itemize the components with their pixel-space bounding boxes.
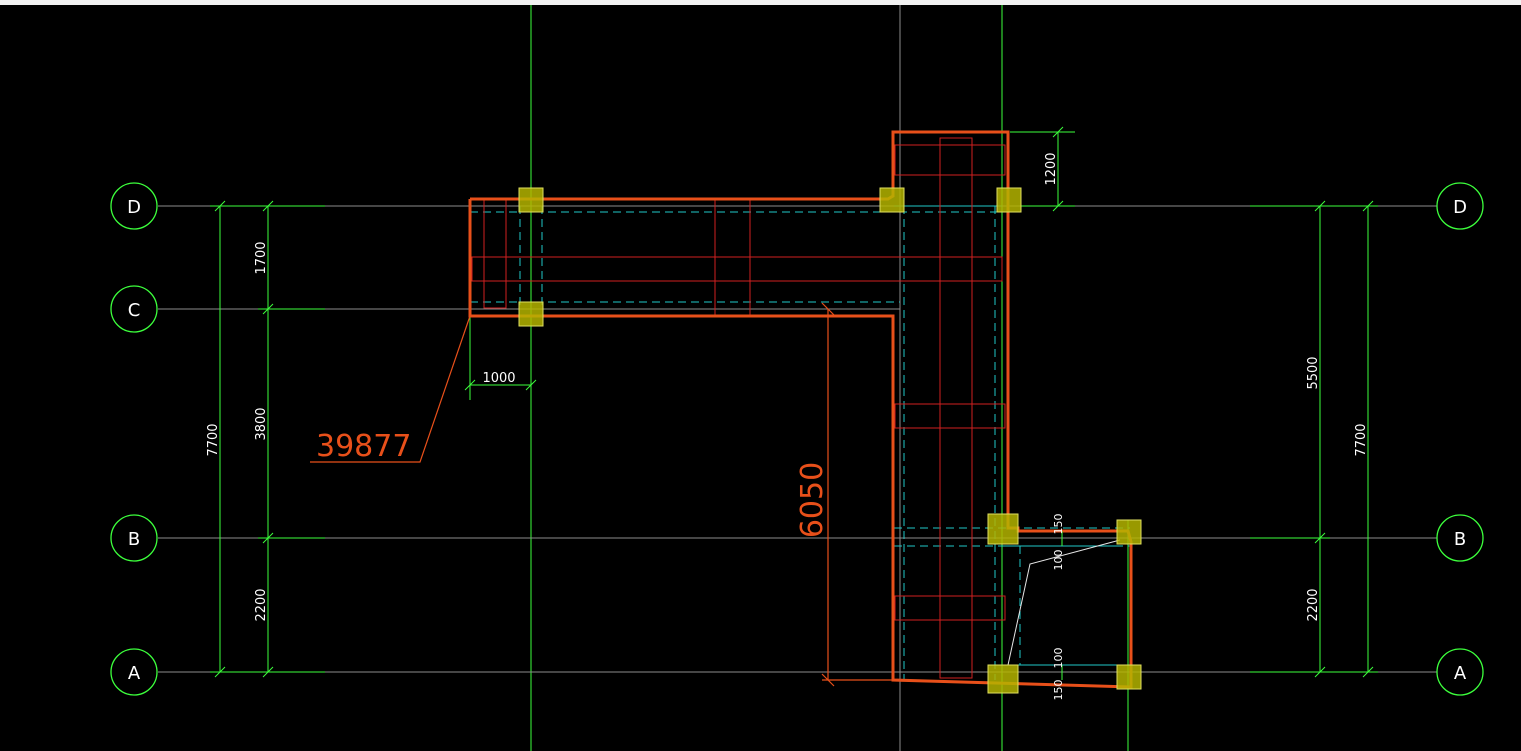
- rebar-horizontal-band: [471, 256, 1003, 282]
- column[interactable]: [1116, 519, 1142, 545]
- axis-label-left-b: B: [128, 529, 140, 550]
- dim-right-inner-label-1: 5500: [1306, 356, 1321, 389]
- column[interactable]: [518, 301, 544, 327]
- slab-outline[interactable]: [468, 130, 1133, 689]
- axis-label-left-a: A: [128, 663, 141, 684]
- dim-width-label: 1000: [482, 371, 515, 386]
- area-value-label[interactable]: 39877: [316, 429, 411, 464]
- axis-label-right-b: B: [1454, 529, 1466, 550]
- rebar-top-stirrup: [894, 144, 1006, 176]
- axis-label-left-c: C: [128, 300, 141, 321]
- column[interactable]: [987, 513, 1019, 545]
- column[interactable]: [987, 664, 1019, 694]
- dim-left-inner-label-1: 1700: [254, 241, 269, 274]
- axis-label-right-a: A: [1454, 663, 1467, 684]
- small-dim-2: 150: [1052, 514, 1065, 535]
- rebar-end-stirrup: [483, 199, 507, 309]
- small-dim-3: 100: [1052, 648, 1065, 669]
- rebar-horizontal-stirrup: [714, 199, 751, 317]
- rebar-vertical-band: [939, 137, 973, 679]
- dim-left-inner-label-2: 3800: [254, 407, 269, 440]
- dim-right-outer-label: 7700: [1354, 423, 1369, 456]
- small-dim-1: 100: [1052, 550, 1065, 571]
- small-dim-4: 150: [1052, 680, 1065, 701]
- column[interactable]: [879, 187, 905, 213]
- axis-label-right-d: D: [1453, 197, 1467, 218]
- column[interactable]: [518, 187, 544, 213]
- rebar-low-stirrup: [894, 595, 1006, 621]
- dim-left-outer-label: 7700: [206, 423, 221, 456]
- rebar-mid-stirrup: [894, 403, 1006, 429]
- cad-drawing-canvas[interactable]: D C B A D B A 7700 1700 3800 2200 7700 5…: [0, 5, 1521, 751]
- column[interactable]: [1116, 664, 1142, 690]
- column[interactable]: [996, 187, 1022, 213]
- dim-left-inner-label-3: 2200: [254, 588, 269, 621]
- dim-height-label: 6050: [795, 462, 830, 538]
- dim-top-label: 1200: [1044, 152, 1059, 185]
- axis-label-left-d: D: [127, 197, 141, 218]
- dim-right-inner-label-2: 2200: [1306, 588, 1321, 621]
